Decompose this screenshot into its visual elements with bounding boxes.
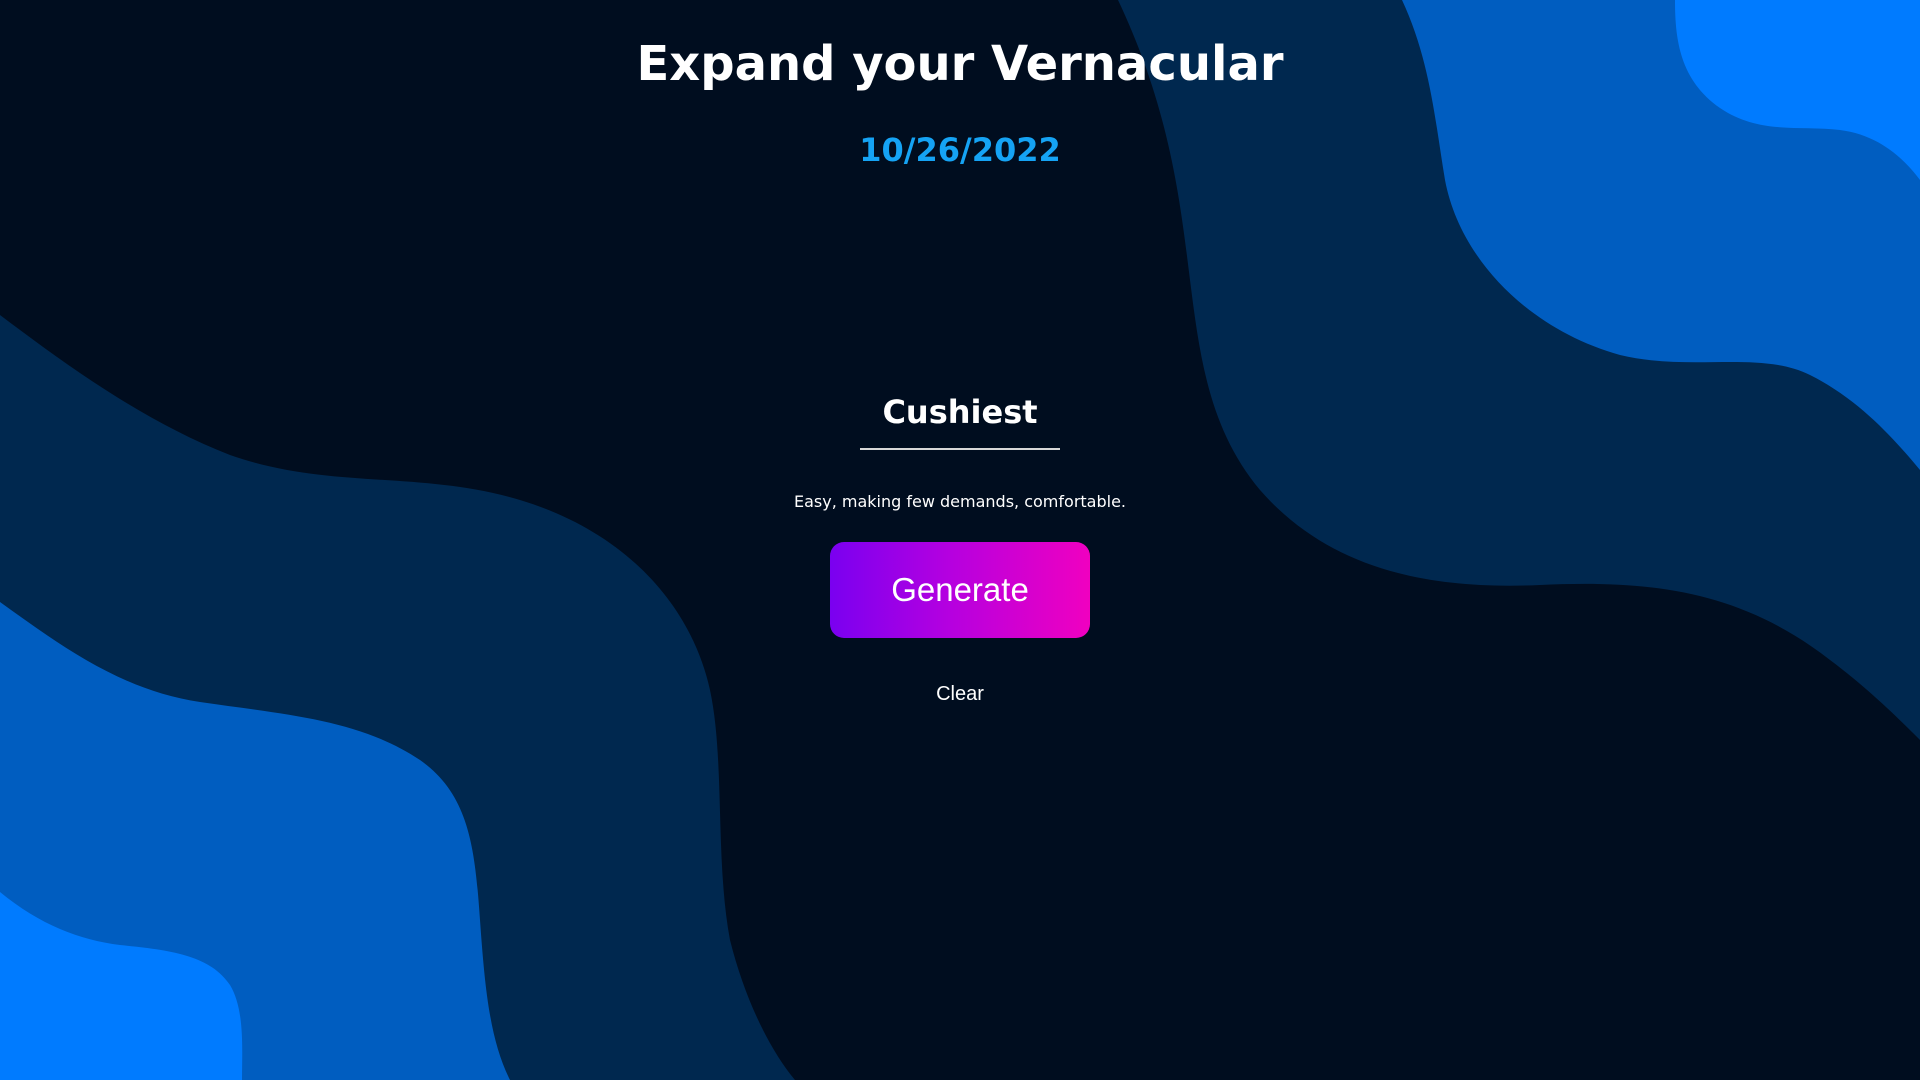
app-root: Expand your Vernacular 10/26/2022 Cushie… [0,0,1920,1080]
clear-button[interactable]: Clear [900,678,1020,710]
main-content: Expand your Vernacular 10/26/2022 Cushie… [0,0,1920,1080]
page-title: Expand your Vernacular [636,36,1284,92]
generate-button[interactable]: Generate [830,542,1090,638]
current-date: 10/26/2022 [859,131,1061,169]
word-container: Cushiest [0,390,1920,450]
word-heading: Cushiest [860,390,1060,450]
word-definition: Easy, making few demands, comfortable. [794,492,1126,511]
